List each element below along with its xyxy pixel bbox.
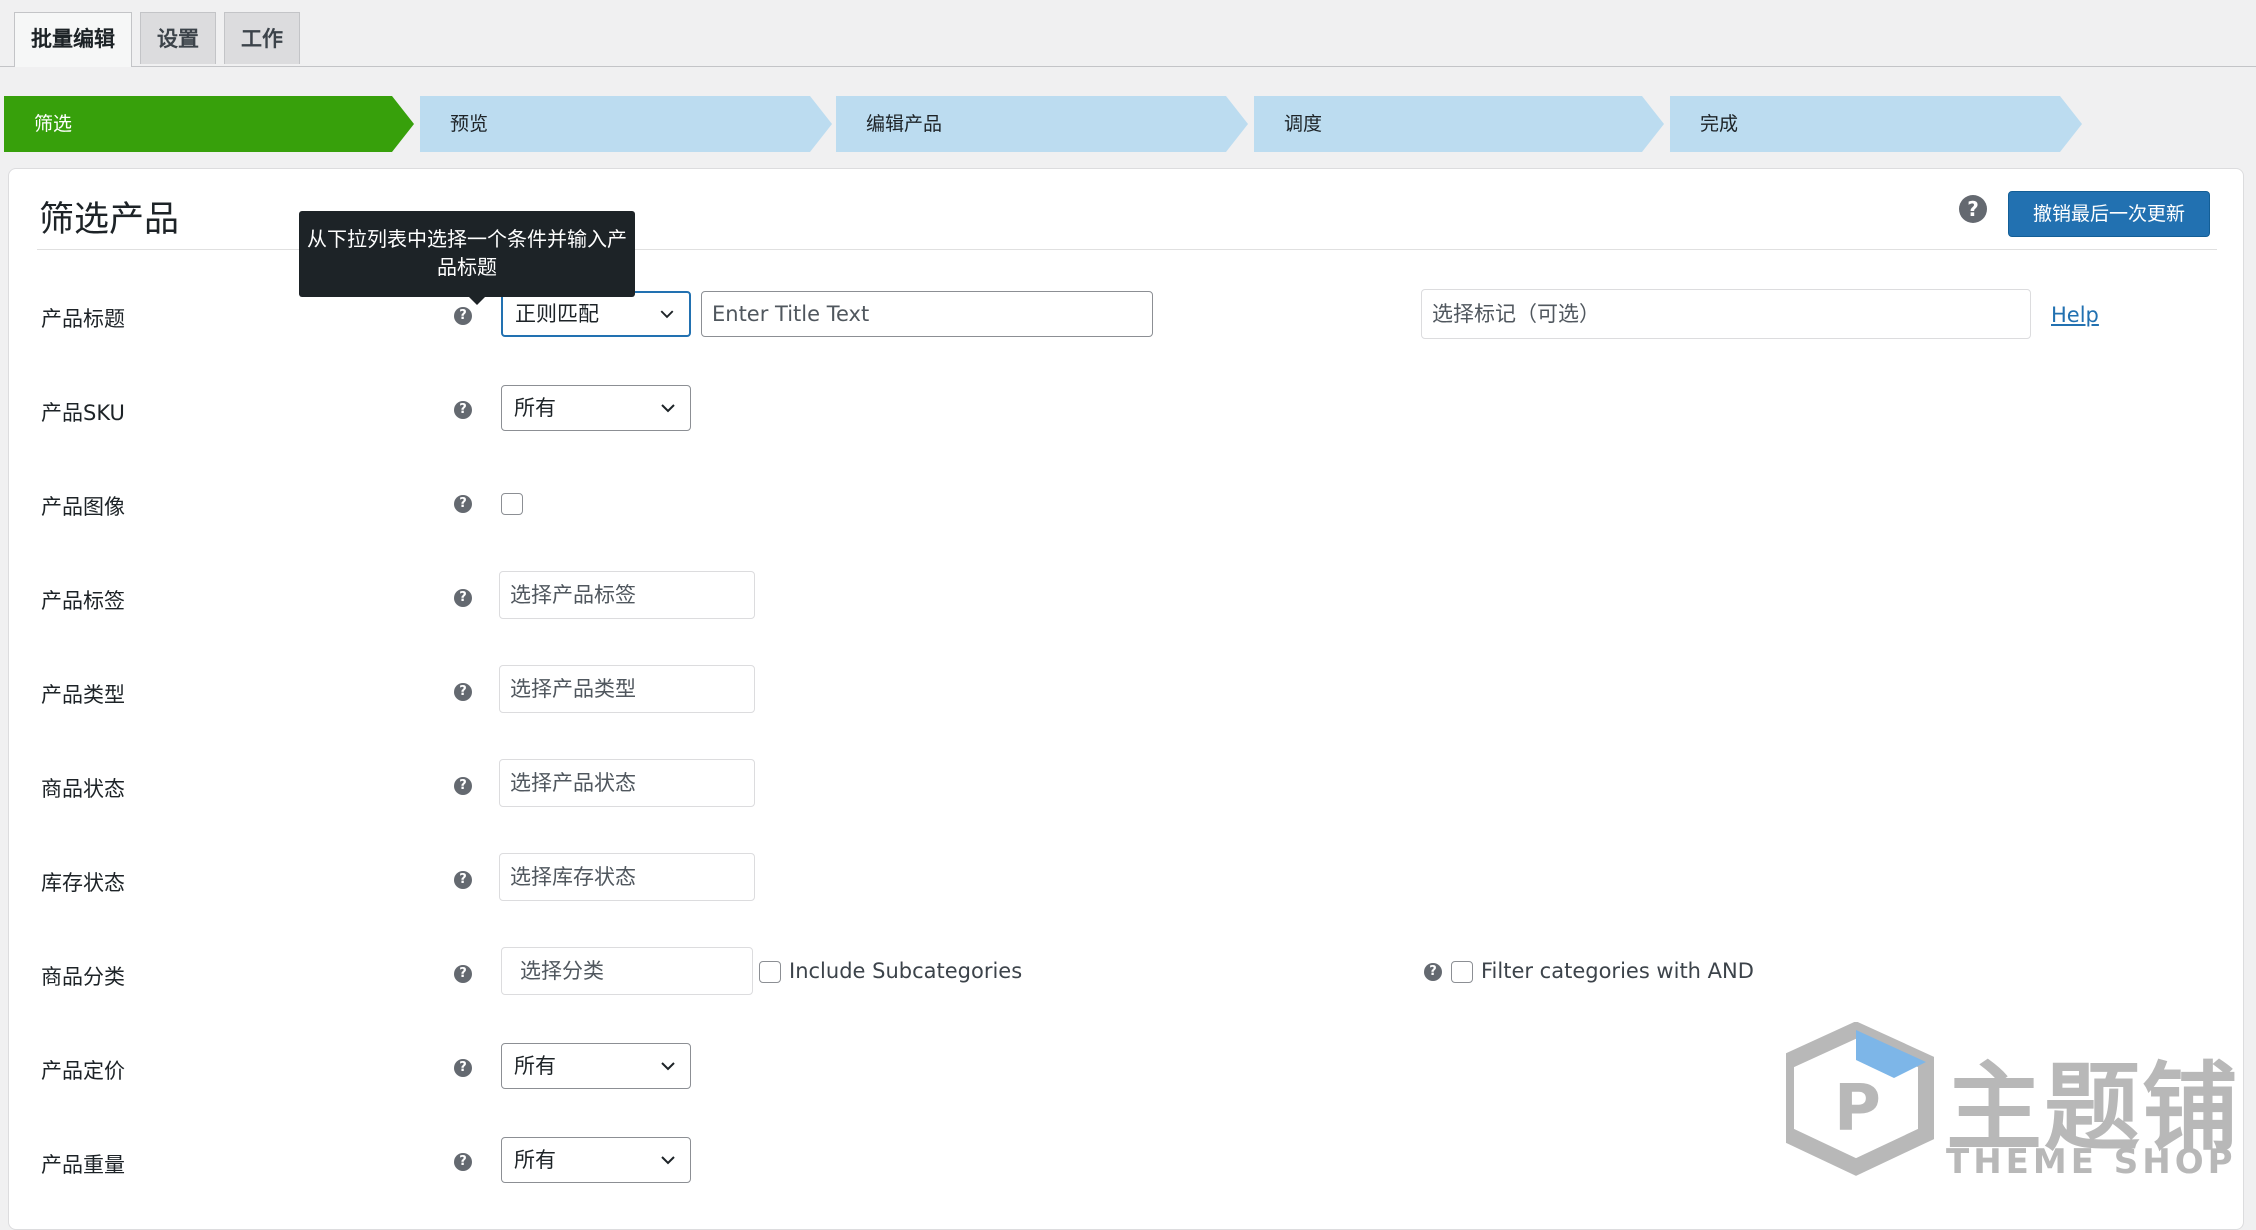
page-title: 筛选产品 — [39, 200, 180, 240]
step-arrows — [4, 96, 2082, 152]
price-select[interactable]: 所有 — [501, 1043, 691, 1089]
step-done[interactable]: 完成 — [1670, 96, 1738, 152]
tags-input[interactable]: 选择产品标签 — [499, 571, 755, 619]
step-edit-products[interactable]: 编辑产品 — [836, 96, 942, 152]
step-filter[interactable]: 筛选 — [4, 96, 72, 152]
input-placeholder: Enter Title Text — [712, 302, 870, 326]
chevron-down-icon — [660, 310, 674, 319]
help-icon[interactable]: ? — [1959, 195, 1987, 223]
select-value: 所有 — [514, 396, 556, 420]
select-value: 正则匹配 — [515, 302, 599, 326]
input-placeholder: 选择库存状态 — [510, 865, 636, 889]
tab-settings[interactable]: 设置 — [140, 12, 216, 64]
label-product-image: 产品图像 — [41, 495, 125, 519]
filter-row-image: 产品图像 ? — [9, 477, 2243, 537]
filter-row-tags: 产品标签 ? 选择产品标签 — [9, 571, 2243, 631]
question-icon[interactable]: ? — [454, 1153, 472, 1171]
question-icon[interactable]: ? — [454, 1059, 472, 1077]
step-preview[interactable]: 预览 — [420, 96, 488, 152]
tab-bar: 批量编辑 设置 工作 — [0, 0, 2256, 67]
filter-row-stock: 库存状态 ? 选择库存状态 — [9, 853, 2243, 913]
chevron-down-icon — [661, 404, 675, 413]
input-placeholder: 选择分类 — [520, 959, 604, 983]
chevron-down-icon — [661, 1062, 675, 1071]
category-input[interactable]: 选择分类 — [501, 947, 753, 995]
label-product-type: 产品类型 — [41, 683, 125, 707]
question-icon[interactable]: ? — [454, 589, 472, 607]
select-value: 所有 — [514, 1148, 556, 1172]
question-icon[interactable]: ? — [454, 683, 472, 701]
watermark-en: THEME SHOP — [1946, 1142, 2237, 1182]
filter-row-title: 产品标题 ? 正则匹配 Enter Title Text 选择标记（可选） He… — [9, 289, 2243, 349]
question-icon[interactable]: ? — [454, 871, 472, 889]
sku-select[interactable]: 所有 — [501, 385, 691, 431]
filter-row-type: 产品类型 ? 选择产品类型 — [9, 665, 2243, 725]
step-progress: 筛选 预览 编辑产品 调度 完成 — [0, 96, 2256, 152]
theme-shop-watermark: P 主题铺 THEME SHOP — [1778, 1021, 2246, 1196]
label-product-weight: 产品重量 — [41, 1153, 125, 1177]
question-icon[interactable]: ? — [454, 495, 472, 513]
label-product-tags: 产品标签 — [41, 589, 125, 613]
input-placeholder: 选择产品类型 — [510, 677, 636, 701]
label-product-category: 商品分类 — [41, 965, 125, 989]
chevron-down-icon — [661, 1156, 675, 1165]
question-icon[interactable]: ? — [1424, 963, 1442, 981]
input-placeholder: 选择标记（可选） — [1432, 302, 1600, 326]
question-icon[interactable]: ? — [454, 965, 472, 983]
input-placeholder: 选择产品标签 — [510, 583, 636, 607]
undo-last-update-button[interactable]: 撤销最后一次更新 — [2008, 191, 2210, 237]
label-product-status: 商品状态 — [41, 777, 125, 801]
tooltip: 从下拉列表中选择一个条件并输入产品标题 — [299, 211, 635, 305]
step-schedule[interactable]: 调度 — [1254, 96, 1322, 152]
select-value: 所有 — [514, 1054, 556, 1078]
svg-text:P: P — [1834, 1072, 1881, 1146]
stock-input[interactable]: 选择库存状态 — [499, 853, 755, 901]
label-stock-status: 库存状态 — [41, 871, 125, 895]
question-icon[interactable]: ? — [454, 777, 472, 795]
status-input[interactable]: 选择产品状态 — [499, 759, 755, 807]
image-checkbox[interactable] — [501, 493, 523, 515]
label-product-price: 产品定价 — [41, 1059, 125, 1083]
type-input[interactable]: 选择产品类型 — [499, 665, 755, 713]
tab-bulk-edit[interactable]: 批量编辑 — [14, 12, 132, 67]
title-text-input[interactable]: Enter Title Text — [701, 291, 1153, 337]
help-link[interactable]: Help — [2051, 303, 2099, 327]
tab-jobs[interactable]: 工作 — [224, 12, 300, 64]
input-placeholder: 选择产品状态 — [510, 771, 636, 795]
filter-row-sku: 产品SKU ? 所有 — [9, 383, 2243, 443]
include-subcategories-checkbox[interactable] — [759, 961, 781, 983]
tags-optional-input[interactable]: 选择标记（可选） — [1421, 289, 2031, 339]
label-product-title: 产品标题 — [41, 307, 125, 331]
title-condition-select[interactable]: 正则匹配 — [501, 291, 691, 337]
question-icon[interactable]: ? — [454, 401, 472, 419]
filter-and-checkbox[interactable] — [1451, 961, 1473, 983]
include-subcategories-label: Include Subcategories — [789, 959, 1023, 983]
filter-row-category: 商品分类 ? 选择分类 Include Subcategories ? Filt… — [9, 947, 2243, 1007]
label-product-sku: 产品SKU — [41, 401, 125, 425]
question-icon[interactable]: ? — [454, 307, 472, 325]
filter-row-status: 商品状态 ? 选择产品状态 — [9, 759, 2243, 819]
weight-select[interactable]: 所有 — [501, 1137, 691, 1183]
filter-and-label: Filter categories with AND — [1481, 959, 1754, 983]
